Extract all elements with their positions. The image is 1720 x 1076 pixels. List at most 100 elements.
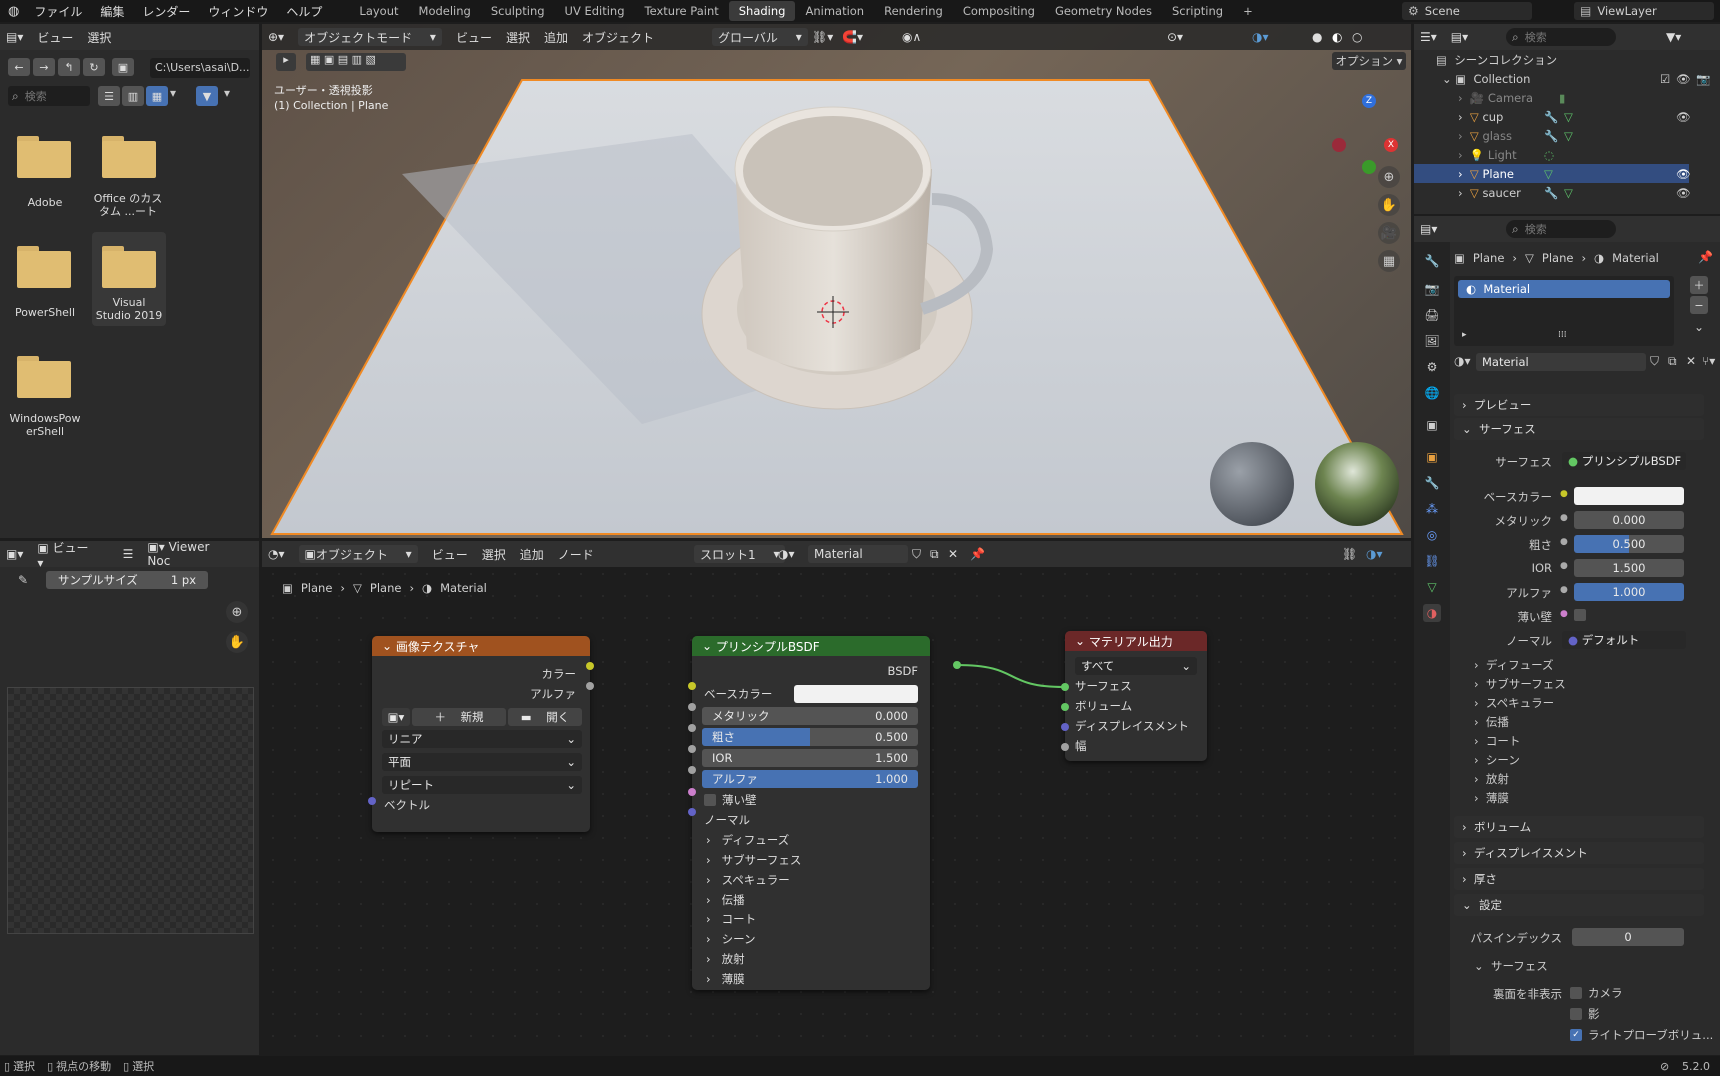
panel-emission[interactable]: › 放射 (706, 951, 745, 967)
breadcrumb-mesh[interactable]: Plane (1542, 251, 1574, 265)
detail-view-icon[interactable]: ▥ (122, 86, 144, 106)
outliner-item-cup[interactable]: › ▽ cup 🔧 ▽ 👁 (1414, 107, 1691, 126)
properties-search[interactable]: ⌕ 検索 (1506, 220, 1616, 238)
collection-row[interactable]: ⌄ ▣ Collection ☑ 👁 📷 (1414, 69, 1710, 88)
sub-coat[interactable]: › コート (1474, 733, 1520, 749)
menu-edit[interactable]: 編集 (100, 3, 124, 20)
image-browse-icon[interactable]: ▣▾ (382, 708, 410, 726)
panel-coat[interactable]: › コート (706, 911, 756, 927)
panel-displacement[interactable]: › ディスプレイスメント (1454, 842, 1704, 864)
sample-size-field[interactable]: サンプルサイズ 1 px (46, 571, 208, 589)
camera-view-icon[interactable]: 🎥 (1378, 222, 1400, 244)
camera-render-icon[interactable]: 📷 (1696, 72, 1710, 86)
eye-icon[interactable]: 👁 (1676, 167, 1691, 181)
panel-specular[interactable]: › スペキュラー (706, 872, 790, 888)
tab-uv-editing[interactable]: UV Editing (555, 1, 635, 21)
editor-type-icon[interactable]: ▤▾ (1420, 222, 1437, 236)
perspective-grid-icon[interactable]: ▦ (1378, 250, 1400, 272)
outliner-item-plane[interactable]: › ▽ Plane ▽ 👁 (1414, 164, 1691, 183)
eye-icon[interactable]: 👁 (1676, 72, 1691, 86)
sub-diffuse[interactable]: › ディフューズ (1474, 657, 1554, 673)
sub-specular[interactable]: › スペキュラー (1474, 695, 1554, 711)
interpolation-dropdown[interactable]: リニア ⌄ (382, 730, 582, 748)
node-tree-icon[interactable]: ⑂▾ (1702, 354, 1715, 368)
scene-tab-icon[interactable]: ⚙ (1423, 358, 1441, 376)
world-tab-icon[interactable]: 🌐 (1423, 384, 1441, 402)
node-editor[interactable]: ◔▾ ▣ オブジェクト ▾ ビュー 選択 追加 ノード スロット1 ▾ ◑▾ M… (262, 541, 1411, 1055)
tab-animation[interactable]: Animation (795, 1, 874, 21)
list-view-icon[interactable]: ☰ (98, 86, 120, 106)
tab-texture-paint[interactable]: Texture Paint (635, 1, 729, 21)
breadcrumb-material[interactable]: Material (1612, 251, 1659, 265)
metallic-field[interactable]: メタリック 0.000 (702, 707, 918, 725)
socket-normal-in[interactable] (688, 808, 696, 816)
surface-shader-field[interactable]: ● プリンシプルBSDF (1562, 452, 1686, 470)
socket-color-out[interactable] (586, 662, 594, 670)
refresh-icon[interactable]: ↻ (83, 58, 105, 76)
alpha-field[interactable]: 1.000 (1574, 583, 1684, 601)
view-layer-tab-icon[interactable]: 🖼 (1423, 332, 1441, 350)
image-new-button[interactable]: ＋ 新規 (412, 708, 506, 726)
camera-checkbox[interactable] (1570, 987, 1582, 999)
alpha-field[interactable]: アルファ 1.000 (702, 770, 918, 788)
tab-layout[interactable]: Layout (349, 1, 408, 21)
axis-y-icon[interactable] (1362, 160, 1376, 174)
ior-field[interactable]: 1.500 (1574, 559, 1684, 577)
close-icon[interactable]: ✕ (1686, 354, 1696, 368)
ior-field[interactable]: IOR 1.500 (702, 749, 918, 767)
tab-geometry-nodes[interactable]: Geometry Nodes (1045, 1, 1162, 21)
image-canvas[interactable] (7, 687, 254, 934)
particles-tab-icon[interactable]: ⁂ (1423, 500, 1441, 518)
chevron-down-icon[interactable]: ▾ (170, 86, 186, 106)
blender-logo-icon[interactable]: ◍ (8, 4, 19, 19)
panel-sheen[interactable]: › シーン (706, 931, 756, 947)
viewlayer-selector[interactable]: ▤ ViewLayer (1574, 2, 1714, 20)
remove-slot-icon[interactable]: − (1690, 296, 1708, 314)
tool-tab-icon[interactable]: 🔧 (1423, 252, 1441, 270)
editor-type-icon[interactable]: ▣▾ (6, 547, 23, 561)
physics-tab-icon[interactable]: ◎ (1423, 526, 1441, 544)
list-expand-icon[interactable]: ▸ (1462, 330, 1467, 340)
panel-surface[interactable]: ⌄ サーフェス (1454, 418, 1704, 440)
shadow-checkbox[interactable] (1570, 1008, 1582, 1020)
editor-type-icon[interactable]: ▤▾ (6, 30, 23, 44)
panel-diffuse[interactable]: › ディフューズ (706, 832, 789, 848)
folder-item-visual-studio[interactable]: Visual Studio 2019 (92, 232, 166, 326)
outliner-item-light[interactable]: › 💡 Light ◌ (1414, 145, 1689, 164)
socket-surface-in[interactable] (1061, 683, 1069, 691)
metallic-field[interactable]: 0.000 (1574, 511, 1684, 529)
material-tab-icon[interactable]: ◑ (1423, 604, 1441, 622)
outliner-item-saucer[interactable]: › ▽ saucer 🔧 ▽ 👁 (1414, 183, 1691, 202)
projection-dropdown[interactable]: 平面 ⌄ (382, 753, 582, 771)
socket-bsdf-out[interactable] (953, 661, 961, 669)
outliner-search[interactable]: ⌕ 検索 (1506, 28, 1616, 46)
parent-dir-icon[interactable]: ↰ (58, 58, 80, 76)
collection-tab-icon[interactable]: ▣ (1423, 416, 1441, 434)
tab-sculpting[interactable]: Sculpting (481, 1, 555, 21)
collection-check-icon[interactable]: ☑ (1660, 72, 1670, 86)
back-icon[interactable]: ← (8, 58, 30, 76)
socket-roughness-in[interactable] (688, 724, 696, 732)
menu-file[interactable]: ファイル (34, 3, 82, 20)
modifier-tab-icon[interactable]: 🔧 (1423, 474, 1441, 492)
pan-hand-icon[interactable]: ✋ (1378, 194, 1400, 216)
bsdf-header[interactable]: ⌄ プリンシプルBSDF (692, 636, 930, 656)
base-color-swatch[interactable] (794, 685, 918, 703)
viewer-node-selector[interactable]: ▣▾ Viewer Noc (147, 541, 245, 568)
base-color-swatch[interactable] (1574, 487, 1684, 505)
breadcrumb-object[interactable]: Plane (1473, 251, 1505, 265)
panel-thickness[interactable]: › 厚さ (1454, 868, 1704, 890)
forward-icon[interactable]: → (33, 58, 55, 76)
principled-bsdf-node[interactable]: ⌄ プリンシプルBSDF BSDF ベースカラー メタリック 0.000 粗さ 0.… (692, 636, 930, 990)
roughness-field[interactable]: 0.500 (1574, 535, 1684, 553)
add-workspace-icon[interactable]: + (1233, 1, 1263, 21)
image-open-button[interactable]: ▬ 開く (508, 708, 582, 726)
sample-tool-icon[interactable]: ✎ (18, 573, 28, 587)
zoom-icon[interactable]: ⊕ (226, 601, 248, 623)
material-datablock-field[interactable]: Material (1476, 353, 1646, 371)
sub-thin-film[interactable]: › 薄膜 (1474, 790, 1509, 806)
display-mode-icon[interactable]: ▤▾ (1451, 30, 1468, 44)
add-slot-icon[interactable]: ＋ (1690, 276, 1708, 294)
socket-metallic-in[interactable] (688, 703, 696, 711)
scene-collection-row[interactable]: ▤ シーンコレクション (1414, 50, 1689, 69)
